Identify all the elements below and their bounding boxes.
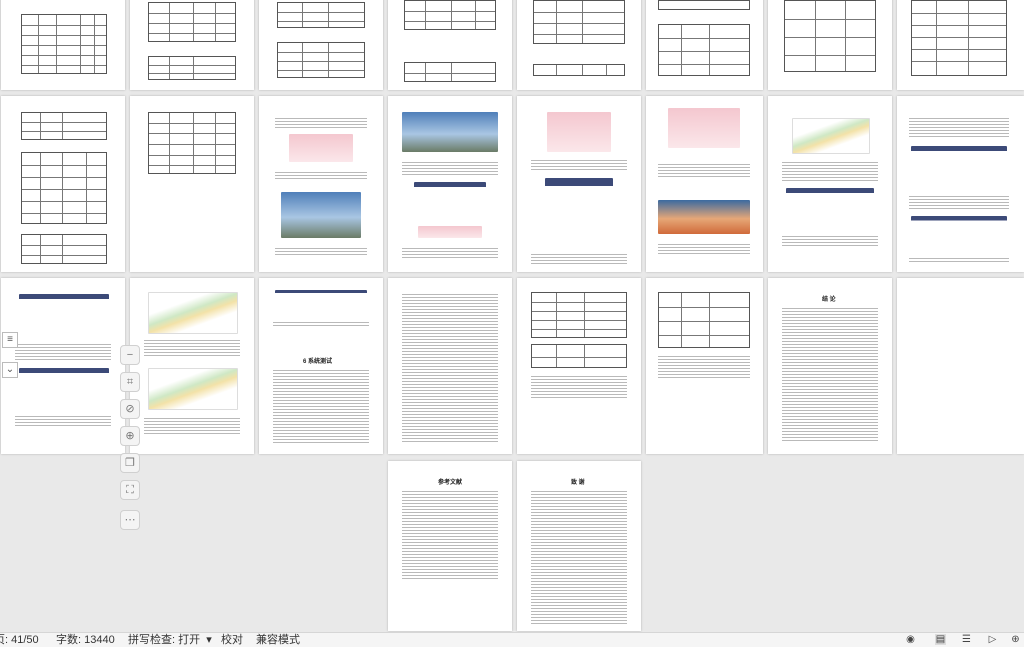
table <box>148 56 236 80</box>
page-thumbnail[interactable] <box>897 96 1024 272</box>
web-icon[interactable]: ⊕ <box>1010 634 1021 645</box>
screenshot-figure <box>19 368 109 408</box>
page-thumbnail[interactable] <box>897 0 1024 90</box>
table <box>658 0 750 10</box>
table <box>531 292 627 338</box>
table <box>148 112 236 174</box>
status-bar: 页: 41/50 字数: 13440 拼写检查: 打开 ▾ 校对 兼容模式 ◉ … <box>0 632 1024 647</box>
screenshot-figure <box>281 192 361 238</box>
page-thumbnail[interactable] <box>130 96 254 272</box>
screenshot-figure <box>911 146 1007 186</box>
page-indicator[interactable]: 页: 41/50 <box>0 633 39 647</box>
table <box>533 64 625 76</box>
compat-mode: 兼容模式 <box>256 634 300 646</box>
page-thumbnail[interactable] <box>517 0 641 90</box>
screenshot-figure <box>658 200 750 234</box>
page-thumbnail[interactable] <box>646 0 763 90</box>
screenshot-figure <box>414 182 486 222</box>
screenshot-figure <box>289 134 353 162</box>
zoom-in-icon[interactable]: ⊕ <box>120 426 140 446</box>
screenshot-figure <box>547 112 611 152</box>
table <box>21 234 107 264</box>
section-heading: 结 论 <box>822 297 836 303</box>
screenshot-figure <box>911 216 1007 252</box>
table <box>658 292 750 348</box>
spell-check-label: 拼写检查: 打开 <box>128 634 201 646</box>
page-thumbnail[interactable] <box>130 0 254 90</box>
page-thumbnail[interactable] <box>768 0 892 90</box>
screenshot-figure <box>786 188 874 228</box>
table <box>148 2 236 42</box>
table <box>658 24 750 76</box>
screenshot-figure <box>792 118 870 154</box>
table <box>21 112 107 140</box>
page-thumbnail[interactable] <box>517 96 641 272</box>
table <box>531 344 627 368</box>
page-thumbnail[interactable] <box>388 96 512 272</box>
page-view-icon[interactable]: ▤ <box>935 634 946 645</box>
page-thumbnail[interactable] <box>130 278 254 454</box>
page-thumbnail[interactable] <box>259 0 383 90</box>
crop-icon[interactable]: ⌗ <box>120 372 140 392</box>
chevron-down-icon: ▾ <box>206 634 212 646</box>
page-thumbnail[interactable] <box>259 96 383 272</box>
page-thumbnail[interactable]: 致 谢 <box>517 461 641 631</box>
screenshot-figure <box>148 368 238 410</box>
page-thumbnail[interactable] <box>1 96 125 272</box>
page-thumbnail[interactable] <box>897 278 1024 454</box>
page-thumbnail[interactable]: 参考文献 <box>388 461 512 631</box>
table <box>21 152 107 224</box>
screenshot-figure <box>418 226 482 238</box>
proofread-button[interactable]: 校对 <box>221 633 243 647</box>
table <box>21 14 107 74</box>
section-heading: 参考文献 <box>438 480 463 486</box>
table <box>277 2 365 28</box>
screenshot-figure <box>668 108 740 148</box>
table <box>533 0 625 44</box>
page-thumbnail[interactable]: 6 系统测试 <box>259 278 383 454</box>
page-thumbnail[interactable] <box>388 0 512 90</box>
section-heading: 6 系统测试 <box>303 359 333 365</box>
table <box>404 0 496 30</box>
image-toolbar: − ⌗ ⊘ ⊕ ❐ ⛶ ⋯ <box>118 345 142 535</box>
minus-icon[interactable]: − <box>120 345 140 365</box>
spell-check[interactable]: 拼写检查: 打开 ▾ <box>128 633 212 647</box>
screenshot-figure <box>19 294 109 336</box>
page-thumbnail[interactable] <box>646 278 763 454</box>
page-thumbnail[interactable] <box>517 278 641 454</box>
outline-icon[interactable]: ☰ <box>961 634 972 645</box>
page-thumbnail[interactable] <box>388 278 512 454</box>
eye-icon[interactable]: ◉ <box>905 634 916 645</box>
table <box>911 0 1007 76</box>
screenshot-figure <box>402 112 498 152</box>
screenshot-figure <box>148 292 238 334</box>
page-thumbnail[interactable] <box>646 96 763 272</box>
more-icon[interactable]: ⋯ <box>120 510 140 530</box>
play-icon[interactable]: ▷ <box>987 634 998 645</box>
page-thumbnail[interactable] <box>768 96 892 272</box>
page-thumbnail-grid: 6 系统测试 结 论 参考文献 致 谢 ≡ ⌄ − ⌗ ⊘ ⊕ ❐ ⛶ ⋯ <box>0 0 1024 632</box>
copy-icon[interactable]: ❐ <box>120 453 140 473</box>
fullscreen-icon[interactable]: ⛶ <box>120 480 140 500</box>
screenshot-figure <box>545 178 613 246</box>
rotate-icon[interactable]: ⊘ <box>120 399 140 419</box>
chevron-down-icon[interactable]: ⌄ <box>2 362 18 378</box>
list-icon[interactable]: ≡ <box>2 332 18 348</box>
page-thumbnail[interactable] <box>1 0 125 90</box>
word-count[interactable]: 字数: 13440 <box>56 633 115 647</box>
table <box>784 0 876 72</box>
page-thumbnail[interactable]: 结 论 <box>768 278 892 454</box>
table <box>404 62 496 82</box>
screenshot-figure <box>275 290 367 316</box>
page-thumbnail[interactable] <box>1 278 125 454</box>
table <box>277 42 365 78</box>
section-heading: 致 谢 <box>571 480 585 486</box>
